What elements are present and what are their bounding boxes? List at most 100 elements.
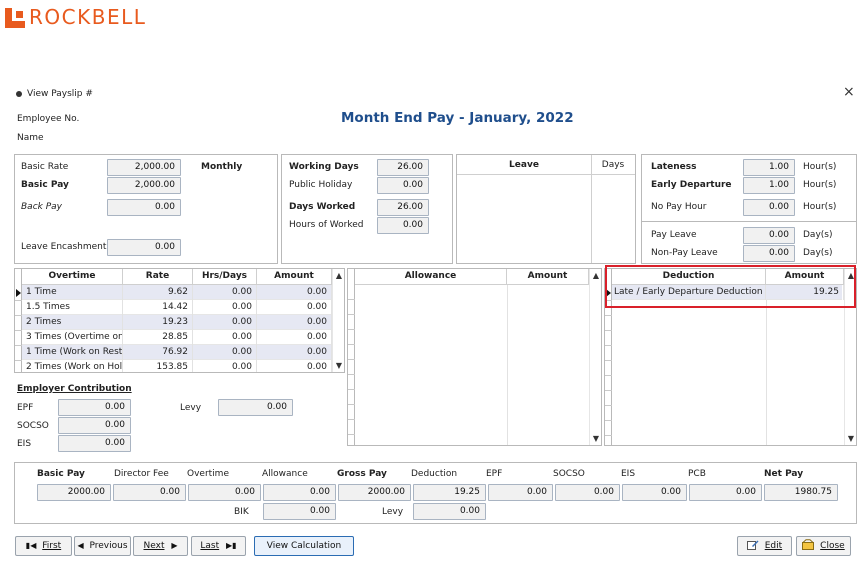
overtime-header-rate: Rate [123,269,193,285]
first-button[interactable]: ▮◀ First [15,536,72,556]
summary-label-allowance: Allowance [262,469,308,479]
bik-field: 0.00 [263,503,336,520]
brand-name: ROCKBELL [29,5,147,29]
overtime-cell-hrs: 0.00 [193,285,257,300]
eis-field: 0.00 [58,435,131,452]
overtime-row-header [15,269,22,372]
close-label: Close [820,541,845,551]
first-icon: ▮◀ [25,541,37,550]
socso-field: 0.00 [58,417,131,434]
pay-leave-unit: Day(s) [803,230,833,240]
days-panel: Working Days 26.00 Public Holiday 0.00 D… [281,154,453,264]
summary-net-pay: 1980.75 [764,484,838,501]
overtime-cell-hrs: 0.00 [193,345,257,360]
working-days-label: Working Days [289,162,359,172]
summary-epf: 0.00 [488,484,553,501]
working-days-field: 26.00 [377,159,429,176]
first-label: First [42,541,62,551]
leave-panel: Leave Days [456,154,636,264]
close-icon[interactable]: × [843,84,855,100]
summary-label-pcb: PCB [688,469,706,479]
allowance-scrollbar[interactable]: ▲ ▼ [589,269,601,445]
leave-col-header: Leave [509,160,539,170]
overtime-cell-name: 2 Times (Work on Holida [22,360,123,372]
summary-levy-label: Levy [382,507,404,517]
overtime-cell-amount: 0.00 [257,360,332,372]
no-pay-hour-unit: Hour(s) [803,202,837,212]
no-pay-hour-label: No Pay Hour [651,202,707,212]
employer-contribution-title: Employer Contribution [17,384,132,394]
allowance-header-name: Allowance [355,269,507,285]
previous-button[interactable]: ◀ Previous [74,536,131,556]
close-button[interactable]: Close [796,536,851,556]
table-row[interactable]: 1 Time 9.62 0.00 0.00 [22,285,332,300]
attendance-divider [642,221,856,222]
socso-label: SOCSO [17,421,49,431]
edit-label: Edit [764,541,783,551]
overtime-cell-rate: 14.42 [123,300,193,315]
basic-pay-field: 2,000.00 [107,177,181,194]
summary-basic-pay: 2000.00 [37,484,111,501]
scroll-down-icon[interactable]: ▼ [590,434,601,443]
rate-type-label: Monthly [201,162,243,172]
edit-button[interactable]: Edit [737,536,792,556]
lateness-label: Lateness [651,162,697,172]
last-button[interactable]: Last ▶▮ [191,536,246,556]
view-calculation-button[interactable]: View Calculation [254,536,354,556]
hours-worked-label: Hours of Worked [289,220,364,230]
overtime-cell-hrs: 0.00 [193,330,257,345]
public-holiday-field: 0.00 [377,177,429,194]
table-row[interactable]: 1 Time (Work on Rest Da 76.92 0.00 0.00 [22,345,332,360]
next-icon: ▶ [171,541,178,550]
overtime-cell-rate: 9.62 [123,285,193,300]
page-title: Month End Pay - January, 2022 [341,110,574,126]
summary-label-net-pay: Net Pay [764,469,804,479]
non-pay-leave-label: Non-Pay Leave [651,248,718,258]
leave-encashment-label: Leave Encashment [21,242,107,252]
overtime-cell-name: 2 Times [22,315,123,330]
scroll-up-icon[interactable]: ▲ [333,271,344,280]
overtime-scrollbar[interactable]: ▲ ▼ [332,269,344,372]
attendance-panel: Lateness 1.00 Hour(s) Early Departure 1.… [641,154,857,264]
non-pay-leave-unit: Day(s) [803,248,833,258]
overtime-cell-hrs: 0.00 [193,315,257,330]
summary-gross-pay: 2000.00 [338,484,411,501]
basic-rate-field: 2,000.00 [107,159,181,176]
pay-panel: Basic Rate 2,000.00 Monthly Basic Pay 2,… [14,154,278,264]
back-pay-field: 0.00 [107,199,181,216]
summary-label-epf: EPF [486,469,503,479]
lateness-field: 1.00 [743,159,795,176]
public-holiday-label: Public Holiday [289,180,353,190]
summary-allowance: 0.00 [263,484,336,501]
overtime-grid[interactable]: Overtime Rate Hrs/Days Amount 1 Time 9.6… [14,268,345,373]
summary-label-director-fee: Director Fee [114,469,169,479]
next-button[interactable]: Next ▶ [133,536,188,556]
allowance-row-header [348,269,355,445]
table-row[interactable]: 2 Times (Work on Holida 153.85 0.00 0.00 [22,360,332,372]
edit-icon [746,540,759,550]
overtime-cell-rate: 76.92 [123,345,193,360]
epf-label: EPF [17,403,34,413]
table-row[interactable]: 1.5 Times 14.42 0.00 0.00 [22,300,332,315]
table-row[interactable]: 3 Times (Overtime on Ho 28.85 0.00 0.00 [22,330,332,345]
scroll-down-icon[interactable]: ▼ [333,361,344,370]
summary-panel: Basic Pay Director Fee Overtime Allowanc… [14,462,857,524]
overtime-cell-name: 1.5 Times [22,300,123,315]
leave-encashment-field: 0.00 [107,239,181,256]
previous-icon: ◀ [77,541,84,550]
allowance-grid[interactable]: Allowance Amount ▲ ▼ [347,268,602,446]
scroll-down-icon[interactable]: ▼ [845,434,856,443]
window-dot-icon [16,90,22,97]
days-worked-label: Days Worked [289,202,356,212]
back-pay-label: Back Pay [21,202,62,212]
early-departure-label: Early Departure [651,180,732,190]
last-label: Last [200,541,220,551]
leave-header-line [457,174,635,175]
overtime-cell-hrs: 0.00 [193,360,257,372]
pay-leave-label: Pay Leave [651,230,697,240]
scroll-up-icon[interactable]: ▲ [590,271,601,280]
no-pay-hour-field: 0.00 [743,199,795,216]
current-row-arrow-icon [16,289,21,297]
overtime-header-name: Overtime [22,269,123,285]
table-row[interactable]: 2 Times 19.23 0.00 0.00 [22,315,332,330]
